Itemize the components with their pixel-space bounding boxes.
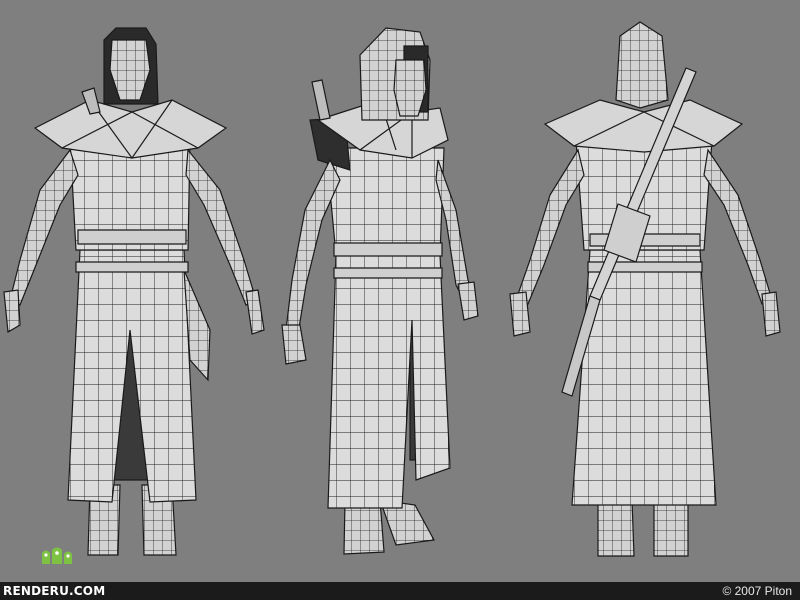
character-back-view xyxy=(509,21,781,557)
wireframe-render xyxy=(3,21,781,557)
logo-mascot-icon xyxy=(42,547,72,564)
character-three-quarter-view xyxy=(281,27,479,555)
footer-bar xyxy=(0,582,800,600)
logo-text[interactable]: RENDERU.COM xyxy=(3,582,105,600)
character-front-view xyxy=(3,27,265,556)
copyright-text: © 2007 Piton xyxy=(722,584,792,598)
render-viewport xyxy=(0,0,800,582)
